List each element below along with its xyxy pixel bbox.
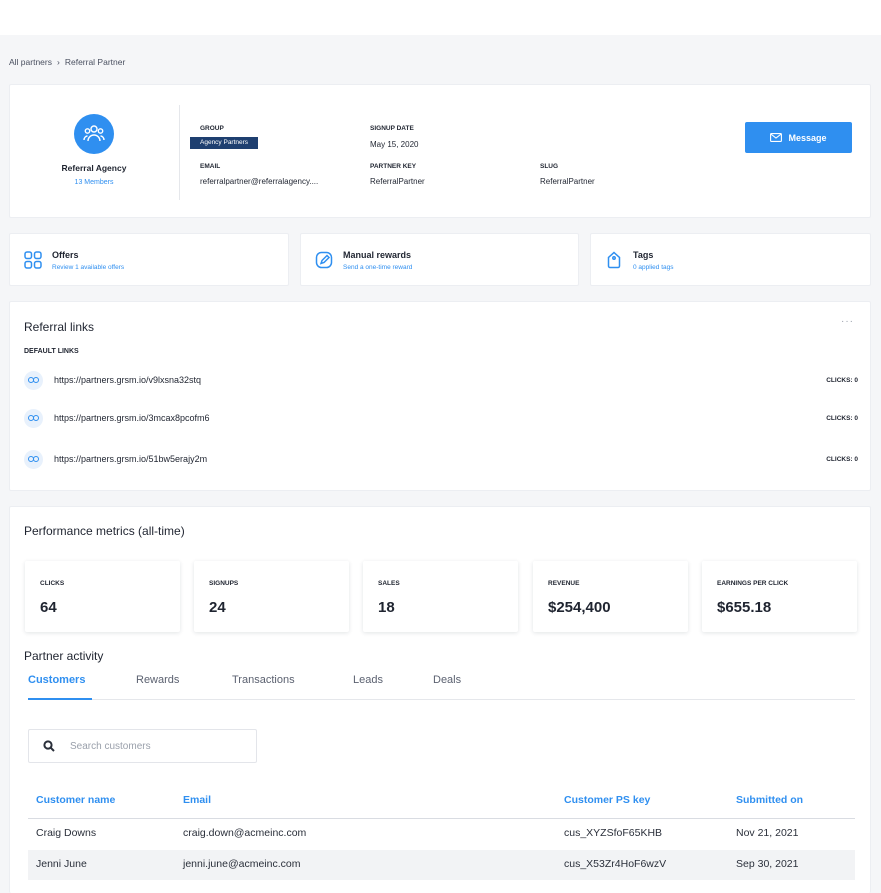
referral-links-card: Referral links ··· DEFAULT LINKS https:/… [9, 301, 871, 491]
referral-link-clicks: CLICKS: 0 [826, 455, 858, 463]
group-label: GROUP [200, 125, 224, 132]
referral-links-title: Referral links [24, 320, 95, 334]
partner-activity-title: Partner activity [24, 649, 104, 663]
cell-ps-key: cus_X53Zr4HoF6wzV [564, 858, 667, 870]
link-icon [24, 449, 43, 469]
breadcrumb: All partners › Referral Partner [9, 57, 125, 67]
message-button-label: Message [788, 132, 827, 143]
column-customer-name[interactable]: Customer name [36, 794, 115, 806]
metric-value: 64 [40, 599, 57, 616]
metric-label: SALES [378, 580, 400, 587]
offers-title: Offers [52, 250, 79, 260]
metric-sales: SALES 18 [363, 561, 518, 632]
referral-link-row: https://partners.grsm.io/51bw5erajy2m CL… [24, 449, 858, 469]
customers-table-header: Customer name Email Customer PS key Subm… [28, 791, 855, 819]
metric-value: 18 [378, 599, 395, 616]
metric-value: 24 [209, 599, 226, 616]
table-row[interactable]: Craig Downs craig.down@acmeinc.com cus_X… [28, 819, 855, 849]
slug-value: ReferralPartner [540, 177, 595, 186]
cell-customer-name: Jenni June [36, 858, 87, 870]
column-customer-ps-key[interactable]: Customer PS key [564, 794, 650, 806]
edit-icon [315, 251, 333, 269]
top-bar [0, 0, 881, 35]
manual-rewards-link[interactable]: Send a one-time reward [343, 264, 412, 271]
message-button[interactable]: Message [745, 122, 852, 153]
tab-deals[interactable]: Deals [433, 674, 461, 686]
metric-value: $655.18 [717, 599, 772, 616]
metric-earnings-per-click: EARNINGS PER CLICK $655.18 [702, 561, 857, 632]
tab-rewards[interactable]: Rewards [136, 674, 179, 686]
tab-customers[interactable]: Customers [28, 674, 85, 686]
referral-link-url[interactable]: https://partners.grsm.io/51bw5erajy2m [54, 454, 826, 464]
cell-ps-key: cus_XYZSfoF65KHB [564, 827, 663, 839]
tags-link[interactable]: 0 applied tags [633, 264, 673, 271]
link-icon [24, 408, 43, 428]
email-value: referralpartner@referralagency.... [200, 177, 319, 186]
offers-card[interactable]: Offers Review 1 available offers [9, 233, 289, 286]
cell-email: craig.down@acmeinc.com [183, 827, 307, 839]
members-link[interactable]: 13 Members [10, 179, 178, 186]
performance-title: Performance metrics (all-time) [24, 524, 185, 538]
referral-link-row: https://partners.grsm.io/3mcax8pcofm6 CL… [24, 408, 858, 428]
users-icon [83, 125, 105, 142]
tab-leads[interactable]: Leads [353, 674, 383, 686]
table-row[interactable]: Jenni June jenni.june@acmeinc.com cus_X5… [28, 850, 855, 880]
tab-transactions[interactable]: Transactions [232, 674, 295, 686]
referral-link-url[interactable]: https://partners.grsm.io/v9lxsna32stq [54, 375, 826, 385]
group-badge: Agency Partners [190, 137, 259, 149]
search-placeholder: Search customers [70, 740, 151, 752]
default-links-heading: DEFAULT LINKS [24, 348, 79, 355]
vertical-divider [179, 105, 180, 200]
breadcrumb-current: Referral Partner [64, 57, 126, 67]
partner-key-label: PARTNER KEY [370, 163, 417, 170]
referral-link-clicks: CLICKS: 0 [826, 414, 858, 422]
metric-revenue: REVENUE $254,400 [533, 561, 688, 632]
signup-date-label: SIGNUP DATE [370, 125, 414, 132]
partner-avatar [74, 114, 114, 154]
partner-name: Referral Agency [61, 163, 127, 173]
envelope-icon [770, 133, 783, 142]
metric-label: EARNINGS PER CLICK [717, 580, 789, 587]
performance-card: Performance metrics (all-time) CLICKS 64… [9, 506, 871, 893]
breadcrumb-all-partners[interactable]: All partners [9, 57, 52, 67]
metric-label: REVENUE [548, 580, 580, 587]
tags-title: Tags [633, 250, 654, 260]
cell-submitted-on: Nov 21, 2021 [736, 827, 799, 839]
partner-key-value: ReferralPartner [370, 177, 425, 186]
grid-icon [24, 251, 42, 269]
metric-label: CLICKS [40, 580, 65, 587]
breadcrumb-separator: › [57, 57, 60, 67]
partner-profile-card: Referral Agency 13 Members GROUP Agency … [9, 84, 871, 218]
metric-clicks: CLICKS 64 [25, 561, 180, 632]
manual-rewards-card[interactable]: Manual rewards Send a one-time reward [300, 233, 579, 286]
manual-rewards-title: Manual rewards [343, 250, 412, 260]
tags-card[interactable]: Tags 0 applied tags [590, 233, 871, 286]
cell-submitted-on: Sep 30, 2021 [736, 858, 799, 870]
signup-date-value: May 15, 2020 [370, 140, 419, 149]
tag-icon [607, 251, 621, 269]
active-tab-indicator [28, 698, 92, 700]
search-icon [43, 740, 55, 752]
cell-customer-name: Craig Downs [36, 827, 97, 839]
column-email[interactable]: Email [183, 794, 211, 806]
metric-label: SIGNUPS [209, 580, 239, 587]
column-submitted-on[interactable]: Submitted on [736, 794, 803, 806]
referral-link-row: https://partners.grsm.io/v9lxsna32stq CL… [24, 370, 858, 390]
offers-link[interactable]: Review 1 available offers [52, 264, 124, 271]
email-label: EMAIL [200, 163, 221, 170]
cell-email: jenni.june@acmeinc.com [183, 858, 301, 870]
link-icon [24, 370, 43, 390]
slug-label: SLUG [540, 163, 559, 170]
metric-signups: SIGNUPS 24 [194, 561, 349, 632]
search-customers-input[interactable]: Search customers [28, 729, 257, 763]
activity-tabs: Customers Rewards Transactions Leads Dea… [28, 674, 855, 700]
referral-link-url[interactable]: https://partners.grsm.io/3mcax8pcofm6 [54, 413, 826, 423]
referral-link-clicks: CLICKS: 0 [826, 376, 858, 384]
metric-value: $254,400 [548, 599, 611, 616]
more-menu-icon[interactable]: ··· [841, 316, 854, 327]
